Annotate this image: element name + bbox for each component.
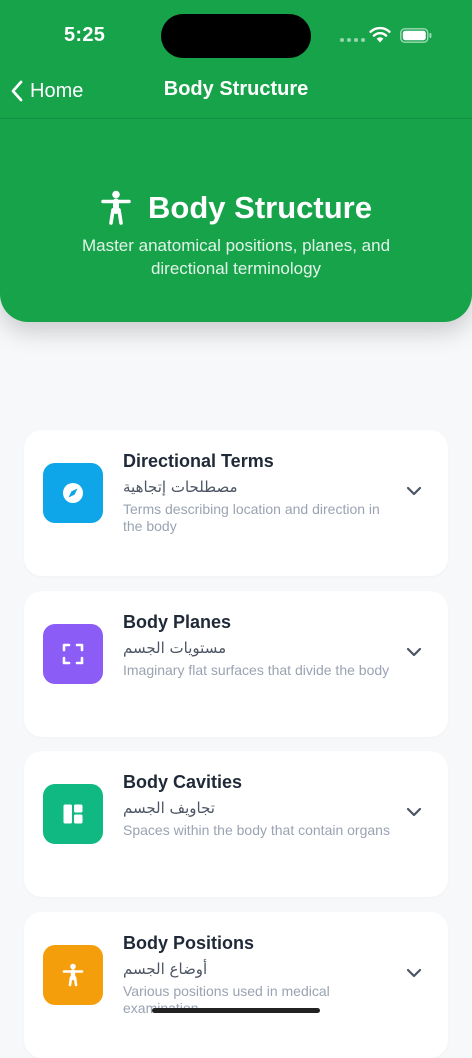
compass-icon (63, 483, 83, 503)
navigation-bar: Home Body Structure (0, 64, 472, 119)
hero-subtitle: Master anatomical positions, planes, and… (81, 236, 391, 278)
topic-card-body-planes[interactable]: Body Planes مستويات الجسم Imaginary flat… (24, 591, 448, 737)
topic-title: Body Cavities (123, 772, 243, 792)
topic-text: Directional Terms مصطلحات إتجاهية Terms … (123, 450, 403, 535)
topic-text: Body Planes مستويات الجسم Imaginary flat… (123, 611, 403, 679)
header-banner: 5:25 Home Body Structure Body Structure … (0, 0, 472, 322)
person-standing-icon (101, 190, 131, 225)
topic-card-directional-terms[interactable]: Directional Terms مصطلحات إتجاهية Terms … (24, 430, 448, 576)
topic-text: Body Positions أوضاع الجسم Various posit… (123, 932, 403, 1017)
chevron-down-icon[interactable] (405, 485, 423, 497)
layout-grid-icon (63, 804, 83, 824)
nav-title: Body Structure (163, 78, 309, 100)
topic-title: Body Positions (123, 933, 255, 953)
topic-icon-box (43, 463, 103, 523)
dynamic-island (161, 14, 311, 58)
hero-title-row: Body Structure (0, 190, 472, 226)
topic-description: Imaginary flat surfaces that divide the … (123, 662, 390, 678)
topic-icon-box (43, 624, 103, 684)
topic-arabic-title: مصطلحات إتجاهية (123, 478, 238, 496)
topic-arabic-title: تجاويف الجسم (123, 799, 215, 817)
chevron-down-icon[interactable] (405, 806, 423, 818)
topic-title: Body Planes (123, 612, 232, 632)
topic-icon-box (43, 784, 103, 844)
topic-text: Body Cavities تجاويف الجسم Spaces within… (123, 771, 403, 839)
hero-section: Body Structure Master anatomical positio… (0, 190, 472, 280)
wifi-icon (369, 26, 391, 43)
topic-arabic-title: أوضاع الجسم (123, 960, 208, 978)
status-time: 5:25 (64, 24, 106, 46)
topic-description: Terms describing location and direction … (123, 501, 380, 534)
topic-icon-box (43, 945, 103, 1005)
battery-icon (400, 28, 432, 43)
status-bar: 5:25 (0, 0, 472, 60)
topic-card-body-positions[interactable]: Body Positions أوضاع الجسم Various posit… (24, 912, 448, 1058)
hero-title: Body Structure (148, 190, 372, 225)
topic-description: Spaces within the body that contain orga… (123, 822, 390, 838)
scan-frame-icon (62, 643, 84, 665)
chevron-down-icon[interactable] (405, 646, 423, 658)
topic-title: Directional Terms (123, 451, 274, 471)
topic-card-body-cavities[interactable]: Body Cavities تجاويف الجسم Spaces within… (24, 751, 448, 897)
cellular-signal-icon (340, 38, 365, 42)
chevron-down-icon[interactable] (405, 967, 423, 979)
person-standing-icon (62, 963, 84, 987)
topic-arabic-title: مستويات الجسم (123, 639, 227, 657)
home-indicator[interactable] (152, 1008, 320, 1013)
